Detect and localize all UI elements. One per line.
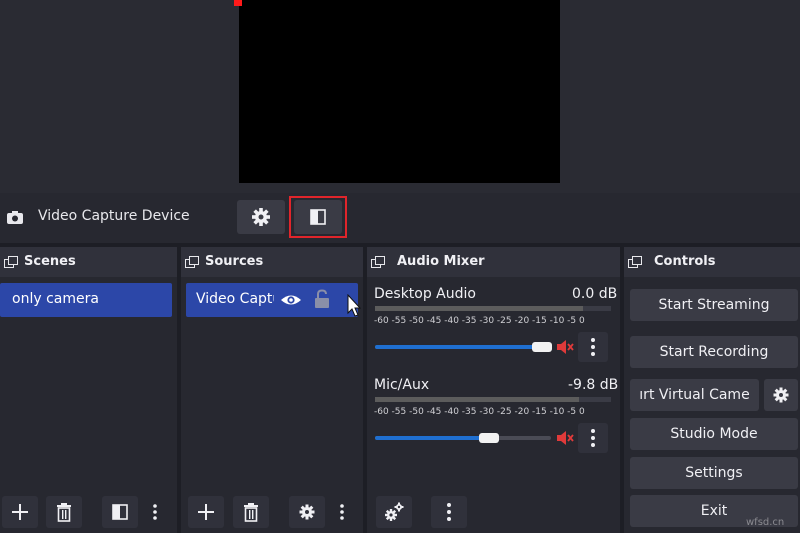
selected-source-name: Video Capture Device: [38, 208, 190, 224]
add-source-button[interactable]: [188, 496, 224, 528]
gear-icon: [773, 387, 789, 403]
kebab-icon: [153, 504, 157, 520]
plus-icon: [12, 504, 28, 520]
kebab-icon: [591, 429, 595, 447]
scene-item-label: only camera: [12, 291, 99, 307]
channel-name: Desktop Audio: [374, 286, 476, 302]
channel-menu-button[interactable]: [578, 332, 608, 362]
volume-meter-level: [375, 306, 583, 311]
camera-icon: [6, 208, 24, 226]
virtual-camera-settings-button[interactable]: [764, 379, 798, 411]
remove-source-button[interactable]: [233, 496, 269, 528]
add-scene-button[interactable]: [2, 496, 38, 528]
eye-icon[interactable]: [280, 291, 302, 309]
source-properties-button[interactable]: [237, 200, 285, 234]
scene-filters-button[interactable]: [102, 496, 138, 528]
channel-db: 0.0 dB: [572, 286, 618, 302]
controls-title: Controls: [654, 254, 716, 269]
filters-highlight-box: [289, 196, 347, 238]
volume-meter-level: [375, 397, 579, 402]
unlock-icon[interactable]: [314, 289, 330, 309]
dock-undock-icon[interactable]: [185, 256, 199, 268]
gears-icon: [385, 502, 404, 521]
scenes-header: Scenes: [0, 247, 177, 277]
volume-slider-fill: [375, 436, 489, 440]
sources-more-button[interactable]: [332, 496, 352, 528]
source-item-label: Video Captu: [196, 291, 274, 307]
channel-menu-button[interactable]: [578, 423, 608, 453]
mixer-more-button[interactable]: [431, 496, 467, 528]
advanced-audio-button[interactable]: [376, 496, 412, 528]
channel-db: -9.8 dB: [568, 377, 619, 393]
start-virtual-camera-button[interactable]: ırt Virtual Came: [630, 379, 759, 411]
kebab-icon: [591, 338, 595, 356]
remove-scene-button[interactable]: [46, 496, 82, 528]
volume-slider-handle[interactable]: [479, 433, 499, 443]
source-item[interactable]: Video Captu: [186, 283, 358, 317]
mixer-header: Audio Mixer: [367, 247, 620, 277]
sources-header: Sources: [181, 247, 363, 277]
dock-undock-icon[interactable]: [628, 256, 642, 268]
muted-speaker-icon[interactable]: [556, 430, 574, 446]
scenes-more-button[interactable]: [145, 496, 165, 528]
controls-header: Controls: [624, 247, 800, 277]
settings-button[interactable]: Settings: [630, 457, 798, 489]
start-recording-button[interactable]: Start Recording: [630, 336, 798, 368]
muted-speaker-icon[interactable]: [556, 339, 574, 355]
dock-undock-icon[interactable]: [371, 256, 385, 268]
filter-icon: [112, 504, 128, 520]
dock-undock-icon[interactable]: [4, 256, 18, 268]
mixer-title: Audio Mixer: [397, 254, 485, 269]
scene-item[interactable]: only camera: [0, 283, 172, 317]
trash-icon: [244, 503, 258, 522]
kebab-icon: [447, 503, 451, 521]
sources-title: Sources: [205, 254, 264, 269]
volume-slider-handle[interactable]: [532, 342, 552, 352]
preview-canvas[interactable]: [239, 0, 560, 183]
source-properties-bottom-button[interactable]: [289, 496, 325, 528]
kebab-icon: [340, 504, 344, 520]
mouse-cursor-icon: [347, 294, 362, 317]
volume-slider-fill: [375, 345, 542, 349]
plus-icon: [198, 504, 214, 520]
meter-ticks: -60 -55 -50 -45 -40 -35 -30 -25 -20 -15 …: [374, 407, 585, 417]
start-streaming-button[interactable]: Start Streaming: [630, 289, 798, 321]
preview-resize-handle[interactable]: [234, 0, 242, 6]
meter-ticks: -60 -55 -50 -45 -40 -35 -30 -25 -20 -15 …: [374, 316, 585, 326]
gear-icon: [252, 208, 270, 226]
trash-icon: [57, 503, 71, 522]
studio-mode-button[interactable]: Studio Mode: [630, 418, 798, 450]
watermark: wfsd.cn: [746, 517, 785, 528]
scenes-title: Scenes: [24, 254, 76, 269]
channel-name: Mic/Aux: [374, 377, 430, 393]
gear-icon: [299, 504, 315, 520]
